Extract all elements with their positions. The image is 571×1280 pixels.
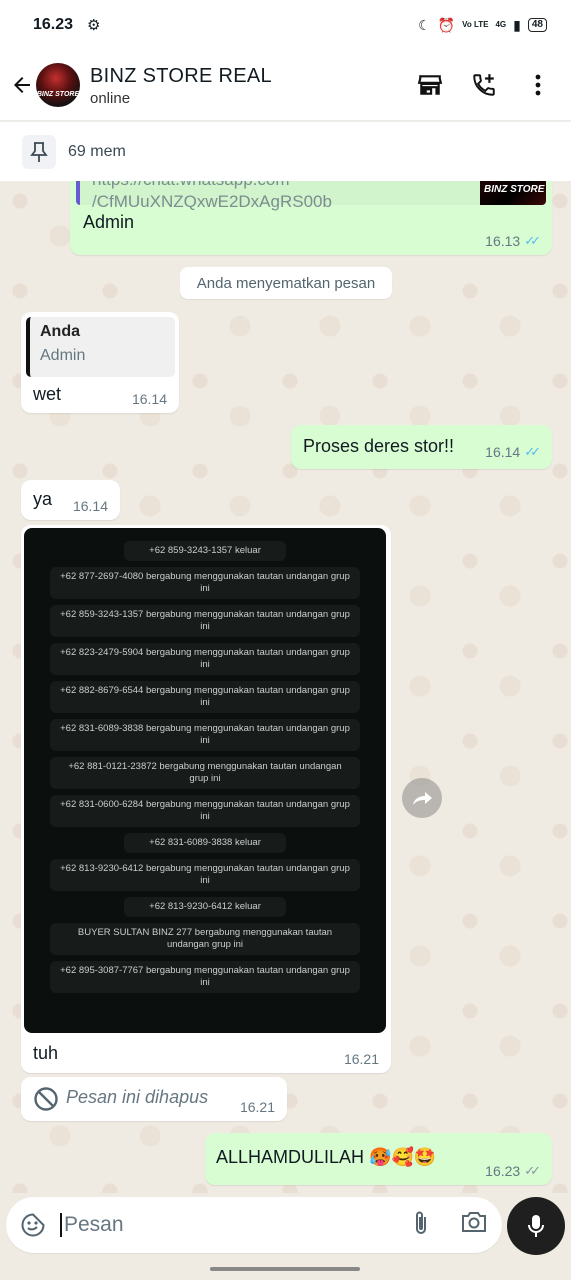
deleted-message-bubble[interactable]: Pesan ini dihapus 16.21: [21, 1077, 287, 1121]
screenshot-row: +62 881-0121-23872 bergabung menggunakan…: [50, 757, 360, 789]
link-preview[interactable]: https://chat.whatsapp.com /CfMUuXNZQxwE2…: [76, 181, 546, 211]
screenshot-row: +62 813-9230-6412 bergabung menggunakan …: [50, 859, 360, 891]
camera-icon[interactable]: [460, 1209, 488, 1242]
message-time: 16.14: [72, 498, 108, 514]
settings-gear-icon: ⚙: [87, 17, 101, 34]
message-meta: 16.14: [73, 498, 108, 514]
composer-icons: [412, 1209, 488, 1242]
message-meta: 16.13 ✓✓: [485, 233, 541, 249]
message-composer[interactable]: [6, 1197, 502, 1253]
message-meta: 16.14: [132, 391, 167, 407]
add-call-icon[interactable]: [469, 70, 499, 100]
nav-gesture-handle[interactable]: [210, 1267, 360, 1271]
message-meta: 16.14 ✓✓: [485, 444, 541, 460]
alarm-icon: ⏰: [437, 16, 456, 33]
message-bubble-in[interactable]: ya 16.14: [21, 480, 120, 520]
screenshot-row: +62 859-3243-1357 keluar: [124, 541, 286, 561]
link-url-line1: https://chat.whatsapp.com: [92, 181, 332, 191]
message-text: ALLHAMDULILAH 🥵🥰🤩: [216, 1147, 437, 1167]
mic-button[interactable]: [507, 1197, 565, 1255]
quoted-message[interactable]: Anda Admin: [26, 317, 175, 377]
more-options-icon[interactable]: [523, 70, 553, 100]
read-ticks-icon: ✓✓: [524, 444, 541, 459]
input-bar: [0, 1193, 571, 1257]
message-time: 16.21: [239, 1099, 275, 1115]
screenshot-row: +62 831-6089-3838 keluar: [124, 833, 286, 853]
deleted-text: Pesan ini dihapus: [66, 1087, 209, 1107]
link-url[interactable]: https://chat.whatsapp.com /CfMUuXNZQxwE2…: [92, 181, 332, 213]
message-meta: 16.21: [240, 1099, 275, 1115]
screenshot-row: +62 877-2697-4080 bergabung menggunakan …: [50, 567, 360, 599]
quote-text: Admin: [40, 347, 86, 364]
screenshot-row: +62 895-3087-7767 bergabung menggunakan …: [50, 961, 360, 993]
status-icons: ☾ ⏰ Vo LTE 4G ▮ 48: [418, 17, 547, 34]
screenshot-row: +62 813-9230-6412 keluar: [124, 897, 286, 917]
battery-indicator: 48: [527, 18, 547, 32]
message-bubble-out[interactable]: https://chat.whatsapp.com /CfMUuXNZQxwE2…: [70, 181, 552, 255]
screenshot-row: +62 831-0600-6284 bergabung menggunakan …: [50, 795, 360, 827]
chat-area[interactable]: https://chat.whatsapp.com /CfMUuXNZQxwE2…: [0, 181, 571, 1193]
screenshot-row: BUYER SULTAN BINZ 277 bergabung mengguna…: [50, 923, 360, 955]
deleted-icon: [33, 1086, 59, 1117]
read-ticks-icon: ✓✓: [524, 233, 541, 248]
sticker-emoji-icon[interactable]: [18, 1210, 48, 1240]
message-text: ya: [33, 489, 53, 509]
signal-icon: ▮: [513, 16, 521, 33]
status-bar: 16.23 ⚙ ☾ ⏰ Vo LTE 4G ▮ 48: [0, 0, 571, 50]
message-text: Admin: [83, 212, 135, 232]
message-time: 16.14: [131, 391, 167, 407]
pin-icon: [22, 134, 56, 169]
chat-status: online: [90, 89, 131, 107]
screenshot-row: +62 882-8679-6544 bergabung menggunakan …: [50, 681, 360, 713]
message-text: wet: [33, 384, 62, 404]
system-message: Anda menyematkan pesan: [180, 267, 392, 299]
screenshot-row: +62 859-3243-1357 bergabung menggunakan …: [50, 605, 360, 637]
chat-header: BINZ STORE BINZ STORE REAL online: [0, 50, 571, 120]
moon-icon: ☾: [418, 16, 431, 33]
message-bubble-out[interactable]: Proses deres stor!! 16.14 ✓✓: [291, 425, 552, 469]
message-time: 16.14: [485, 444, 521, 460]
attach-icon[interactable]: [412, 1209, 430, 1242]
pinned-text: 69 mem: [68, 142, 126, 160]
link-thumbnail: BINZ STORE: [480, 181, 546, 205]
delivered-ticks-icon: ✓✓: [524, 1163, 541, 1178]
message-meta: 16.23 ✓✓: [485, 1163, 541, 1179]
message-meta: 16.21: [344, 1051, 379, 1067]
message-time: 16.23: [485, 1163, 521, 1179]
chat-title-block[interactable]: BINZ STORE REAL online: [90, 64, 272, 107]
status-time: 16.23: [33, 16, 74, 33]
image-message-bubble[interactable]: +62 859-3243-1357 keluar +62 877-2697-408…: [21, 525, 391, 1073]
screenshot-image[interactable]: +62 859-3243-1357 keluar +62 877-2697-408…: [24, 528, 386, 1033]
message-input[interactable]: [60, 1213, 390, 1237]
link-url-line2: /CfMUuXNZQxwE2DxAgRS00b: [92, 192, 332, 211]
avatar-logo-text: BINZ STORE: [36, 91, 80, 98]
message-bubble-out[interactable]: ALLHAMDULILAH 🥵🥰🤩 16.23 ✓✓: [205, 1133, 552, 1185]
store-icon[interactable]: [415, 70, 445, 100]
volte-label: Vo LTE: [462, 20, 489, 29]
quote-author: Anda: [40, 323, 80, 340]
forward-icon[interactable]: [402, 778, 442, 818]
network-4g-label: 4G: [495, 20, 507, 29]
group-avatar[interactable]: BINZ STORE: [36, 63, 80, 107]
header-actions: [415, 70, 553, 100]
message-time: 16.21: [343, 1051, 379, 1067]
pinned-message-bar[interactable]: 69 mem: [0, 121, 571, 181]
message-time: 16.13: [485, 233, 521, 249]
thumbnail-text: BINZ STORE: [484, 184, 545, 195]
message-text: Proses deres stor!!: [303, 436, 455, 456]
chat-title: BINZ STORE REAL: [90, 64, 272, 87]
screenshot-row: +62 823-2479-5904 bergabung menggunakan …: [50, 643, 360, 675]
screenshot-row: +62 831-6089-3838 bergabung menggunakan …: [50, 719, 360, 751]
system-message-text: Anda menyematkan pesan: [196, 274, 376, 292]
message-text: tuh: [33, 1043, 59, 1063]
message-bubble-in[interactable]: Anda Admin wet 16.14: [21, 312, 179, 413]
